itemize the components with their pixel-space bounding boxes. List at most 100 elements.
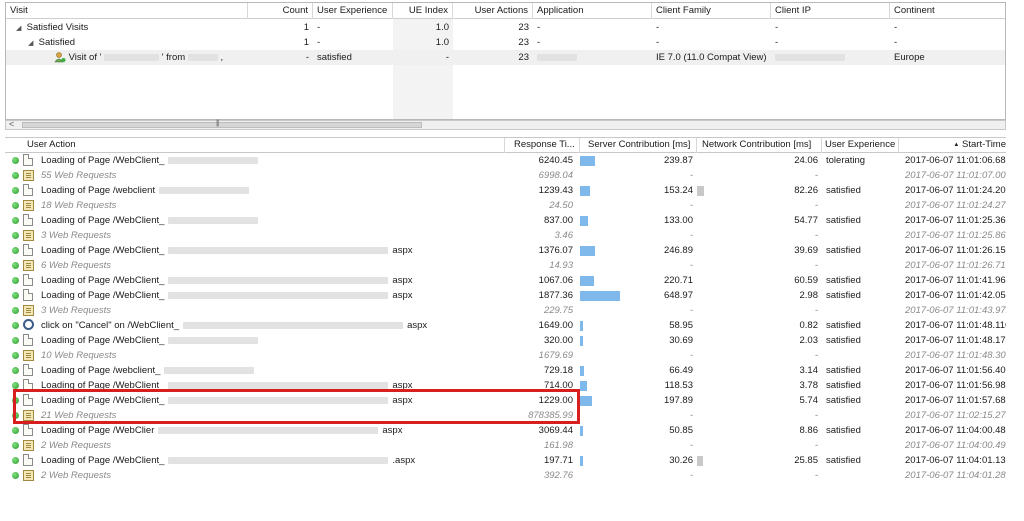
page-load-icon <box>23 244 33 256</box>
scrollbar-thumb[interactable] <box>22 122 422 128</box>
user-action-row[interactable]: Loading of Page /WebClier aspx 3069.44 50.8… <box>5 423 1006 438</box>
col-start-time[interactable]: ▲ Start-Time <box>899 138 1006 153</box>
page-load-icon <box>23 334 33 346</box>
action-name-cell: Loading of Page /WebClient_ aspx <box>37 273 505 288</box>
response-time-cell: 1376.07 <box>538 245 573 256</box>
col-network-contribution[interactable]: Network Contribution [ms] <box>697 138 822 153</box>
col-user-actions[interactable]: User Actions <box>453 3 533 19</box>
status-dot-icon <box>12 337 19 344</box>
start-time-cell: 2017-06-07 11:02:15.274 <box>905 410 1006 421</box>
network-contribution-cell: 25.85 <box>794 455 818 466</box>
actions-cell: 23 <box>518 52 529 63</box>
network-contribution-cell: 24.06 <box>794 155 818 166</box>
page-load-icon <box>23 184 33 196</box>
col-client-ip[interactable]: Client IP <box>771 3 890 19</box>
user-action-row[interactable]: Loading of Page /WebClient_ aspx 1376.07 24… <box>5 243 1006 258</box>
web-requests-row[interactable]: 10 Web Requests 1679.69 - - 2017-06-07 11:01… <box>5 348 1006 363</box>
col-response-time[interactable]: Response Ti... <box>505 138 580 153</box>
response-time-cell: 6998.04 <box>538 170 573 181</box>
user-action-row[interactable]: Loading of Page /WebClient_ 6240.45 239.87… <box>5 153 1006 168</box>
action-name-cell: Loading of Page /WebClier aspx <box>37 423 505 438</box>
col-application[interactable]: Application <box>533 3 652 19</box>
action-name-label: Loading of Page /webclient_ <box>41 365 161 376</box>
col-ue-index[interactable]: UE Index <box>393 3 453 19</box>
page-load-icon <box>23 424 33 436</box>
server-contribution-cell: 648.97 <box>663 290 693 301</box>
web-requests-row[interactable]: 18 Web Requests 24.50 - - 2017-06-07 11:01:2… <box>5 198 1006 213</box>
status-dot-icon <box>12 382 19 389</box>
action-name-cell: Loading of Page /WebClient_ aspx <box>37 288 505 303</box>
action-name-label: 10 Web Requests <box>41 350 117 361</box>
scrollbar-grip-icon: ||| <box>216 120 220 127</box>
user-action-row[interactable]: Loading of Page /WebClient_ aspx 1877.36 64… <box>5 288 1006 303</box>
user-experience-cell <box>822 468 899 483</box>
user-action-row[interactable]: Loading of Page /WebClient_ 837.00 133.00 5… <box>5 213 1006 228</box>
server-contribution-bar <box>580 246 595 256</box>
visit-row[interactable]: Visit of ' ' from , - satisfied - 23 IE … <box>6 50 1005 65</box>
web-requests-row[interactable]: 2 Web Requests 161.98 - - 2017-06-07 11:04:0… <box>5 438 1006 453</box>
server-contribution-cell: - <box>689 440 693 451</box>
col-user-experience[interactable]: User Experience <box>313 3 393 19</box>
col-client-family[interactable]: Client Family <box>652 3 771 19</box>
response-time-cell: 837.00 <box>543 215 573 226</box>
start-time-cell: 2017-06-07 11:04:00.490 <box>905 440 1006 451</box>
server-contribution-cell: - <box>689 350 693 361</box>
col-continent[interactable]: Continent <box>890 3 1007 19</box>
visit-group-row[interactable]: ◢ Satisfied Visits 1 - 1.0 23 - - - - <box>6 20 1005 35</box>
server-contribution-cell: 50.85 <box>669 425 693 436</box>
response-time-cell: 3.46 <box>554 230 574 241</box>
action-name-cell: Loading of Page /WebClient_ .aspx <box>37 453 505 468</box>
web-requests-row[interactable]: 55 Web Requests 6998.04 - - 2017-06-07 11:01… <box>5 168 1006 183</box>
actions-cell: 23 <box>518 37 529 48</box>
status-dot-icon <box>12 292 19 299</box>
status-dot-icon <box>12 277 19 284</box>
user-action-row[interactable]: click on "Cancel" on /WebClient_ aspx 1649… <box>5 318 1006 333</box>
response-time-cell: 161.98 <box>543 440 573 451</box>
status-dot-icon <box>12 472 19 479</box>
user-action-row[interactable]: Loading of Page /WebClient_ aspx 1067.06 22… <box>5 273 1006 288</box>
col-user-experience[interactable]: User Experience <box>822 138 899 153</box>
scroll-left-arrow-icon[interactable]: < <box>9 119 14 129</box>
visit-subgroup-row[interactable]: ◢ Satisfied 1 - 1.0 23 - - - - <box>6 35 1005 50</box>
collapse-triangle-icon[interactable]: ◢ <box>28 36 36 50</box>
user-actions-header: User Action Response Ti... Server Contri… <box>5 138 1006 153</box>
response-time-cell: 1239.43 <box>538 185 573 196</box>
response-time-cell: 392.76 <box>543 470 573 481</box>
collapse-triangle-icon[interactable]: ◢ <box>16 21 24 35</box>
count-cell: 1 <box>303 37 309 48</box>
start-time-cell: 2017-06-07 11:04:00.484 <box>905 425 1006 436</box>
page-load-icon <box>23 289 33 301</box>
action-name-label: 18 Web Requests <box>41 200 117 211</box>
web-requests-row[interactable]: 3 Web Requests 229.75 - - 2017-06-07 11:01:4… <box>5 303 1006 318</box>
web-request-icon <box>23 470 34 481</box>
col-server-contribution[interactable]: Server Contribution [ms] <box>580 138 697 153</box>
user-action-row[interactable]: Loading of Page /webclient 1239.43 153.24 8… <box>5 183 1006 198</box>
action-name-label: Loading of Page /WebClier <box>41 425 155 436</box>
action-name-cell: 10 Web Requests <box>37 348 505 363</box>
col-count[interactable]: Count <box>248 3 313 19</box>
user-experience-cell: satisfied <box>826 290 861 301</box>
web-requests-row[interactable]: 3 Web Requests 3.46 - - 2017-06-07 11:01:25.… <box>5 228 1006 243</box>
user-experience-cell: satisfied <box>826 380 861 391</box>
col-visit[interactable]: Visit <box>6 3 248 19</box>
status-dot-icon <box>12 322 19 329</box>
web-requests-row[interactable]: 2 Web Requests 392.76 - - 2017-06-07 11:04:0… <box>5 468 1006 483</box>
server-contribution-cell: - <box>689 200 693 211</box>
server-contribution-cell: - <box>689 170 693 181</box>
web-requests-row[interactable]: 6 Web Requests 14.93 - - 2017-06-07 11:01:26… <box>5 258 1006 273</box>
start-time-cell: 2017-06-07 11:01:07.008 <box>905 170 1006 181</box>
user-experience-cell: satisfied <box>826 365 861 376</box>
network-contribution-cell: - <box>814 350 818 361</box>
horizontal-scrollbar[interactable]: < ||| <box>5 119 1006 130</box>
web-request-icon <box>23 305 34 316</box>
action-name-cell: Loading of Page /WebClient_ <box>37 333 505 348</box>
response-time-cell: 6240.45 <box>538 155 573 166</box>
col-user-action[interactable]: User Action <box>5 138 505 153</box>
continent-cell: - <box>894 22 898 33</box>
user-action-row[interactable]: Loading of Page /webclient_ 729.18 66.49 3.… <box>5 363 1006 378</box>
count-cell: 1 <box>303 22 309 33</box>
user-action-row[interactable]: Loading of Page /WebClient_ .aspx 197.71 30… <box>5 453 1006 468</box>
server-contribution-bar <box>580 336 583 346</box>
user-experience-cell: satisfied <box>826 455 861 466</box>
user-action-row[interactable]: Loading of Page /WebClient_ 320.00 30.69 2.… <box>5 333 1006 348</box>
